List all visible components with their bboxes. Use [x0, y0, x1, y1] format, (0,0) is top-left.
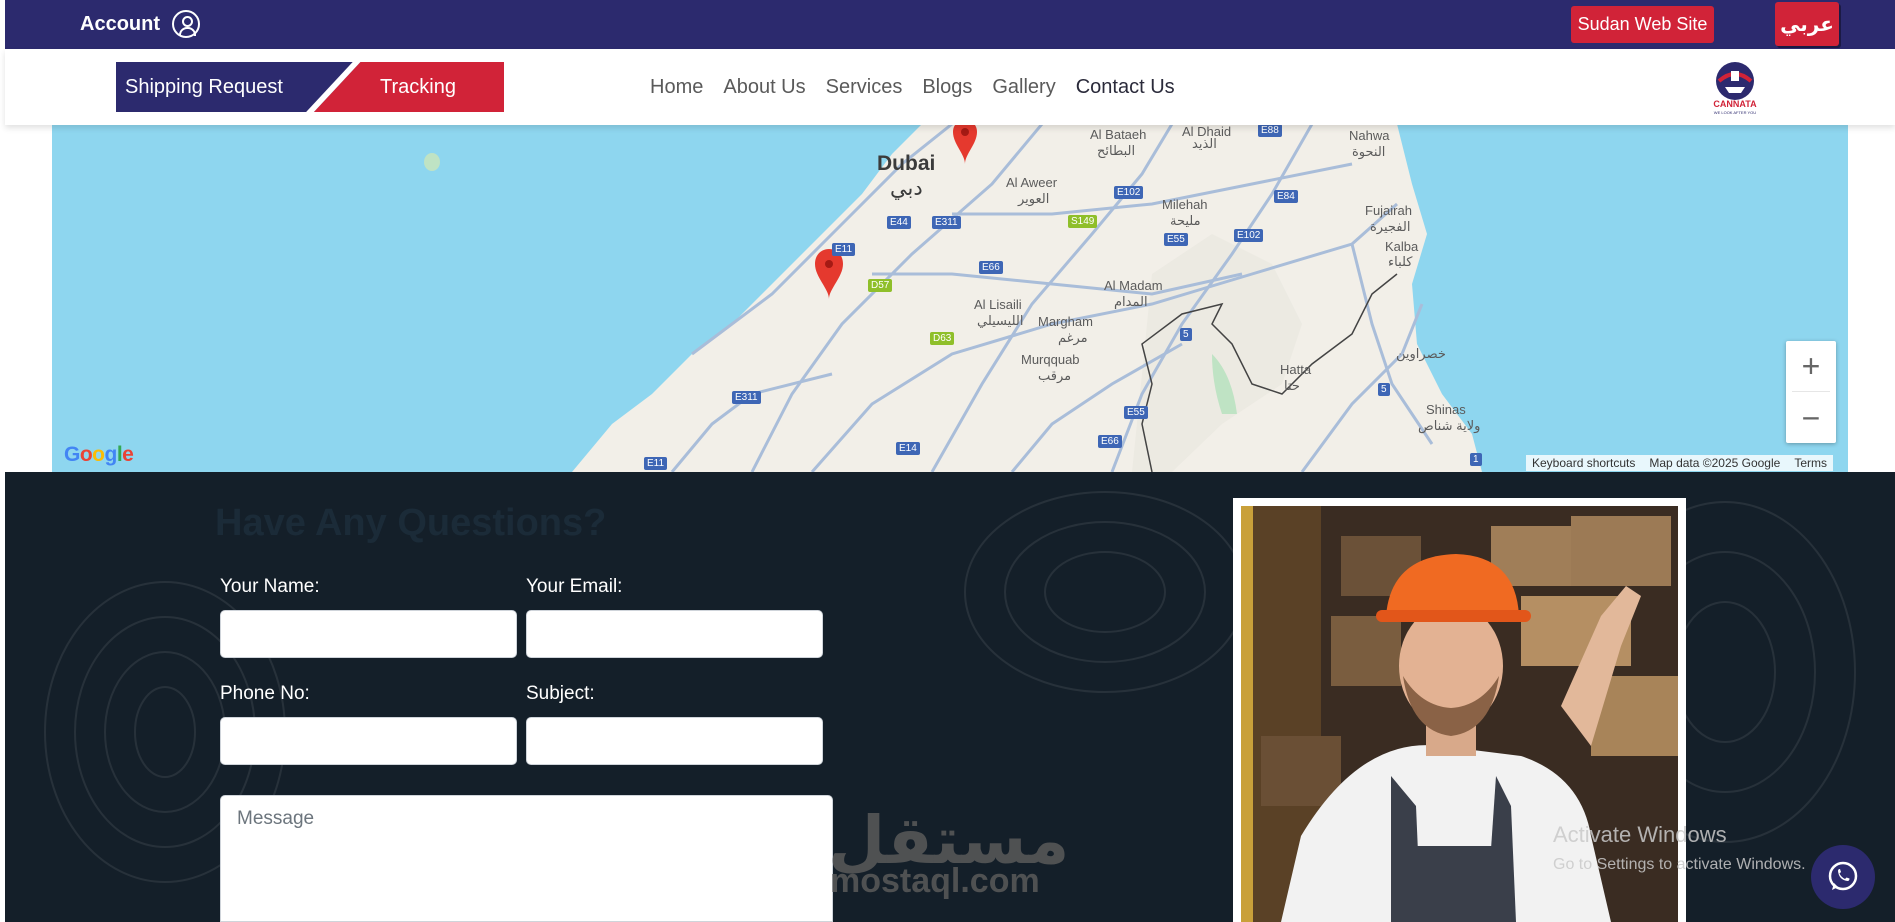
road-sign: E55: [1124, 406, 1148, 419]
email-label: Your Email:: [526, 576, 623, 597]
map-label-murqquab-ar: مرقب: [1038, 368, 1072, 383]
map-label-al-lisaili-ar: الليسيلي: [977, 313, 1024, 328]
map-label-kalba: Kalba: [1385, 239, 1419, 254]
map-label-nahwa-ar: النحوة: [1352, 144, 1386, 159]
map-label-milehah-ar: مليحة: [1170, 213, 1201, 228]
whatsapp-icon: [1828, 861, 1858, 891]
map-label-fujairah: Fujairah: [1365, 203, 1412, 218]
road-sign: E66: [979, 261, 1003, 274]
road-sign: E14: [896, 442, 920, 455]
map-label-al-bataeh-ar: البطائح: [1097, 143, 1136, 158]
map-label-shinas: Shinas: [1426, 402, 1466, 417]
map-label-al-madam: Al Madam: [1104, 278, 1163, 293]
nav-link-gallery[interactable]: Gallery: [992, 76, 1055, 99]
road-sign: E88: [1258, 124, 1282, 137]
road-sign: E102: [1234, 229, 1264, 242]
name-field[interactable]: [220, 610, 517, 658]
phone-field[interactable]: [220, 717, 517, 765]
subject-field[interactable]: [526, 717, 823, 765]
road-sign: S149: [1068, 215, 1098, 228]
arabic-language-button[interactable]: عربي: [1775, 2, 1839, 46]
road-sign: D57: [868, 279, 893, 292]
zoom-in-button[interactable]: +: [1786, 341, 1836, 391]
logo-tagline: WE LOOK AFTER YOU: [1714, 110, 1756, 115]
nav-link-services[interactable]: Services: [826, 76, 903, 99]
google-logo[interactable]: Google: [64, 443, 134, 467]
map-label-margham-ar: مرغم: [1058, 330, 1088, 345]
nav-links: Home About Us Services Blogs Gallery Con…: [650, 62, 1175, 112]
terms-link[interactable]: Terms: [1794, 456, 1827, 470]
map-label-kalba-ar: كلباء: [1388, 254, 1413, 269]
user-circle-icon: [172, 10, 200, 38]
top-bar: Account Sudan Web Site عربي: [5, 0, 1895, 49]
sudan-website-button[interactable]: Sudan Web Site: [1571, 6, 1714, 43]
road-sign: 1: [1470, 453, 1482, 466]
road-sign: E55: [1164, 233, 1188, 246]
road-sign: E311: [932, 216, 961, 229]
map-label-fujairah-ar: الفجيرة: [1370, 219, 1411, 234]
map-label-al-dhaid-ar: الذيد: [1192, 136, 1217, 151]
map-label-nahwa: Nahwa: [1349, 128, 1390, 143]
keyboard-shortcuts-link[interactable]: Keyboard shortcuts: [1532, 456, 1635, 470]
email-field[interactable]: [526, 610, 823, 658]
map-label-dubai: Dubai: [877, 152, 936, 175]
contact-section: Have Any Questions? Your Name: Your Emai…: [5, 472, 1895, 922]
mostaql-watermark-en: mostaql.com: [830, 862, 1040, 900]
road-sign: E102: [1114, 186, 1144, 199]
shipping-tracking-group: Shipping Request Tracking: [116, 62, 504, 112]
map-label-murqquab: Murqquab: [1021, 352, 1080, 367]
zoom-out-button[interactable]: −: [1786, 393, 1836, 443]
map-label-al-madam-ar: المدام: [1114, 294, 1148, 309]
road-sign: E66: [1098, 435, 1122, 448]
nav-link-blogs[interactable]: Blogs: [922, 76, 972, 99]
section-heading: Have Any Questions?: [215, 502, 607, 544]
map-label-dubai-ar: دبي: [890, 177, 923, 200]
map-label-al-aweer-ar: العوير: [1018, 191, 1050, 206]
map-zoom-controls: + −: [1786, 341, 1836, 443]
map-label-al-aweer: Al Aweer: [1006, 175, 1058, 190]
map-canvas: [424, 124, 1482, 472]
map-label-shinas-ar: ولاية شناص: [1418, 418, 1481, 433]
road-sign: 5: [1180, 328, 1192, 341]
nav-link-home[interactable]: Home: [650, 76, 703, 99]
phone-label: Phone No:: [220, 683, 310, 704]
message-placeholder: Message: [237, 808, 315, 829]
map-label-khasawain-ar: خصراوين: [1396, 346, 1446, 361]
activate-windows-subtitle: Go to Settings to activate Windows.: [1553, 856, 1806, 873]
map-label-hatta-ar: حتا: [1284, 378, 1300, 393]
shipping-request-button[interactable]: Shipping Request: [125, 62, 283, 112]
map-label-milehah: Milehah: [1162, 197, 1208, 212]
map-label-hatta: Hatta: [1280, 362, 1312, 377]
message-textarea[interactable]: Message: [220, 795, 833, 922]
road-sign: 5: [1378, 383, 1390, 396]
main-navbar: Shipping Request Tracking Home About Us …: [5, 49, 1895, 125]
cannata-logo[interactable]: CANNATA WE LOOK AFTER YOU: [1705, 57, 1765, 115]
account-label: Account: [80, 12, 160, 35]
name-label: Your Name:: [220, 576, 320, 597]
map-label-al-bataeh: Al Bataeh: [1090, 127, 1147, 142]
nav-link-about-us[interactable]: About Us: [723, 76, 805, 99]
map-label-margham: Margham: [1038, 314, 1093, 329]
road-sign: E11: [832, 243, 856, 256]
map-footer: Keyboard shortcuts Map data ©2025 Google…: [1526, 455, 1833, 471]
activate-windows-title: Activate Windows: [1553, 822, 1727, 847]
road-sign: D63: [930, 332, 955, 345]
subject-label: Subject:: [526, 683, 595, 704]
account-link[interactable]: Account: [80, 6, 200, 42]
tracking-button[interactable]: Tracking: [380, 62, 456, 112]
road-sign: E11: [644, 457, 668, 470]
logo-text: CANNATA: [1713, 99, 1757, 109]
road-sign: E84: [1274, 190, 1298, 203]
whatsapp-chat-button[interactable]: [1811, 845, 1875, 909]
map-label-al-lisaili: Al Lisaili: [974, 297, 1022, 312]
google-map[interactable]: Dubai دبي Al Bataeh البطائح Al Dhaid الذ…: [52, 124, 1848, 472]
road-sign: E44: [887, 216, 911, 229]
map-data-text: Map data ©2025 Google: [1649, 456, 1781, 470]
road-sign: E311: [732, 391, 761, 404]
nav-link-contact-us[interactable]: Contact Us: [1076, 76, 1175, 99]
